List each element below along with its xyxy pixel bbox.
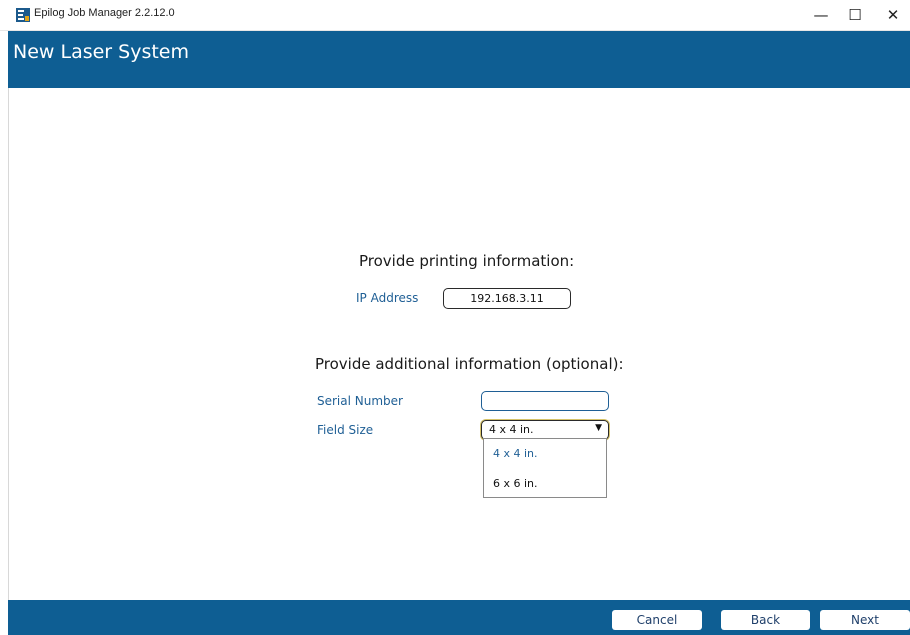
close-button[interactable]: ✕ [876, 0, 910, 30]
minimize-button[interactable]: — [804, 0, 838, 30]
cancel-button[interactable]: Cancel [612, 610, 702, 630]
window-titlebar: Epilog Job Manager 2.2.12.0 — ☐ ✕ [0, 0, 910, 31]
window-left-edge [0, 31, 9, 635]
chevron-down-icon: ▼ [595, 423, 602, 433]
window-title: Epilog Job Manager 2.2.12.0 [34, 7, 175, 19]
back-button[interactable]: Back [721, 610, 810, 630]
next-button[interactable]: Next [820, 610, 910, 630]
wizard-footer: Cancel Back Next [8, 600, 910, 635]
field-size-option[interactable]: 6 x 6 in. [493, 477, 538, 490]
field-size-dropdown-list: 4 x 4 in. 6 x 6 in. [483, 438, 607, 498]
close-icon: ✕ [886, 6, 900, 24]
page-title: New Laser System [13, 41, 190, 63]
serial-number-field[interactable] [481, 391, 609, 411]
field-size-select[interactable]: 4 x 4 in. ▼ [481, 420, 609, 440]
field-size-option[interactable]: 4 x 4 in. [493, 447, 538, 460]
serial-number-label: Serial Number [317, 394, 403, 408]
maximize-button[interactable]: ☐ [838, 0, 872, 30]
epilog-app-icon [16, 8, 30, 22]
page-header: New Laser System [8, 31, 910, 88]
additional-info-heading: Provide additional information (optional… [315, 355, 624, 373]
minimize-icon: — [813, 6, 829, 24]
printing-info-heading: Provide printing information: [359, 252, 575, 270]
field-size-label: Field Size [317, 423, 374, 437]
maximize-icon: ☐ [848, 6, 862, 24]
ip-address-field[interactable]: 192.168.3.11 [443, 288, 571, 309]
ip-address-label: IP Address [356, 291, 419, 305]
field-size-selected-value: 4 x 4 in. [489, 423, 534, 436]
